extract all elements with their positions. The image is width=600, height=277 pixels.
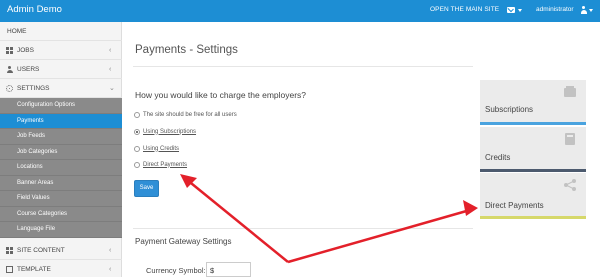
annotation-arrows [180,174,478,264]
arrow-to-direct-payments-card [287,208,471,264]
arrow-to-direct-payments [185,178,289,263]
arrowhead [463,200,478,216]
